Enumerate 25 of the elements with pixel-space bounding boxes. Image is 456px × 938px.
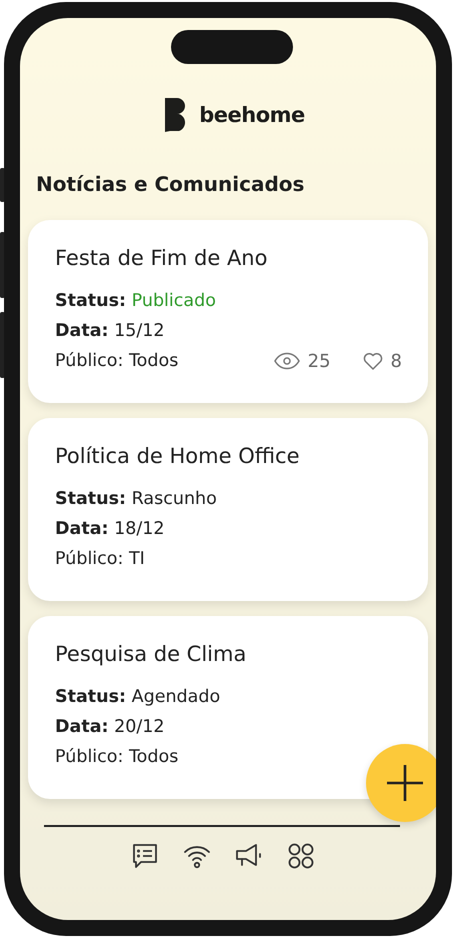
news-card[interactable]: Política de Home Office Status: Rascunho Data: 18/12 Público: TI: [28, 418, 428, 601]
status-text: Status: Agendado: [55, 686, 222, 709]
audience-text: Público: TI: [55, 548, 145, 571]
page-heading: Notícias e Comunicados: [36, 172, 306, 196]
eye-icon: [274, 352, 300, 370]
logo-text: beehome: [199, 103, 305, 127]
audience-text: Público: Todos: [55, 746, 178, 769]
card-title: Política de Home Office: [55, 444, 301, 468]
status-text: Status: Rascunho: [55, 488, 218, 511]
news-card[interactable]: Festa de Fim de Ano Status: Publicado Data: 15/12 Público: Todos 25 8: [28, 220, 428, 403]
nav-button[interactable]: [286, 840, 316, 870]
like-count: 8: [390, 350, 402, 372]
audience-text: Público: Todos: [55, 350, 178, 373]
date-text: Data: 18/12: [55, 518, 166, 541]
plus-icon: [385, 763, 425, 803]
status-text: Status: Publicado: [55, 290, 217, 313]
date-text: Data: 15/12: [55, 320, 166, 343]
message-list-icon: [131, 842, 159, 870]
news-card[interactable]: Pesquisa de Clima Status: Agendado Data: 20/12 Público: Todos: [28, 616, 428, 799]
heart-icon: [362, 352, 383, 370]
date-text: Data: 20/12: [55, 716, 166, 739]
card-title: Festa de Fim de Ano: [55, 246, 268, 270]
apps-icon: [287, 842, 315, 870]
view-count: 25: [308, 350, 331, 372]
card-title: Pesquisa de Clima: [55, 642, 248, 666]
